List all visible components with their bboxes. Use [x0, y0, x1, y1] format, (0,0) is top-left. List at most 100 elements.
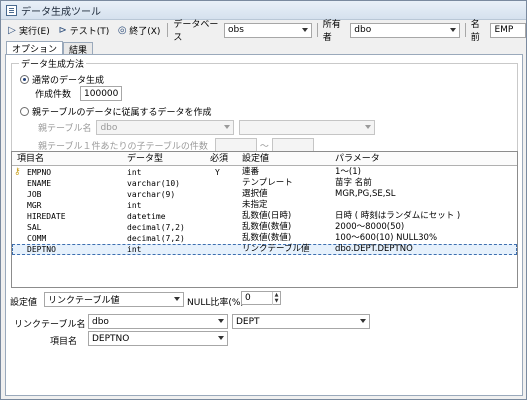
- cell-setting: リンクテーブル値: [242, 244, 310, 254]
- parent-owner-combo[interactable]: dbo: [96, 120, 235, 135]
- cell-type: int: [127, 168, 142, 177]
- parent-table-combo[interactable]: [239, 120, 376, 135]
- exit-label: 終了(X): [129, 26, 161, 37]
- chevron-down-icon: [365, 125, 372, 129]
- null-ratio-label: NULL比率(%): [187, 298, 244, 308]
- name-value: EMP: [494, 25, 514, 35]
- link-item-label: 項目名: [50, 337, 78, 347]
- cell-item: COMM: [27, 234, 47, 243]
- cell-param: 日時 ( 時刻はランダムにセット ): [335, 211, 461, 221]
- setting-label: 設定値: [10, 298, 38, 308]
- count-label: 作成件数: [35, 90, 72, 100]
- table-row[interactable]: COMM decimal(7,2) 乱数値(数値) 100〜600(10) NULL3…: [12, 233, 517, 244]
- count-value: 100000: [84, 88, 119, 99]
- chevron-down-icon: [449, 27, 456, 32]
- header-setting[interactable]: 設定値: [242, 152, 269, 166]
- normal-generation-label: 通常のデータ生成: [32, 76, 105, 86]
- header-item[interactable]: 項目名: [17, 152, 44, 166]
- chevron-down-icon: [301, 27, 308, 32]
- owner-value: dbo: [354, 25, 372, 35]
- chevron-down-icon: [360, 319, 366, 323]
- tab-strip: オプション 結果: [6, 41, 94, 56]
- link-table-label: リンクテーブル名: [14, 320, 86, 330]
- parent-table-label: 親テーブル名: [38, 124, 92, 134]
- cell-item: JOB: [27, 190, 42, 199]
- play-icon: ▷: [8, 24, 16, 36]
- cell-item: MGR: [27, 201, 42, 210]
- link-item-combo[interactable]: DEPTNO: [88, 331, 228, 346]
- header-required[interactable]: 必須: [210, 152, 228, 166]
- toolbar-separator: [316, 23, 318, 37]
- database-value: obs: [228, 25, 244, 35]
- cell-item: DEPTNO: [27, 245, 56, 254]
- cell-required: Y: [215, 168, 220, 177]
- chevron-down-icon: [218, 319, 224, 323]
- cell-type: decimal(7,2): [127, 223, 185, 232]
- setting-combo[interactable]: リンクテーブル値: [44, 292, 184, 307]
- cell-setting: 乱数値(数値): [242, 222, 292, 232]
- link-owner-combo[interactable]: dbo: [88, 314, 228, 329]
- table-row[interactable]: SAL decimal(7,2) 乱数値(数値) 2000〜8000(50): [12, 222, 517, 233]
- exit-icon: ◎: [117, 24, 127, 36]
- chevron-down-icon: [224, 125, 231, 129]
- test-label: テスト(T): [69, 26, 110, 37]
- table-row[interactable]: DEPTNO int リンクテーブル値 dbo.DEPT.DEPTNO: [12, 244, 517, 255]
- window-title: データ生成ツール: [21, 6, 101, 18]
- execute-button[interactable]: ▷ 実行(E): [5, 22, 52, 38]
- null-ratio-value: 0: [245, 293, 251, 303]
- execute-label: 実行(E): [19, 26, 50, 37]
- options-panel: データ生成方法 通常のデータ生成 作成件数 100000 親テーブルのデータに従…: [5, 54, 523, 396]
- cell-type: datetime: [127, 212, 166, 221]
- parent-table-row: 親テーブル名 dbo: [38, 120, 376, 135]
- title-bar: データ生成ツール: [1, 1, 526, 20]
- header-type[interactable]: データ型: [127, 152, 163, 166]
- cell-type: varchar(9): [127, 190, 176, 199]
- step-play-icon: ⊳: [58, 24, 67, 36]
- owner-combo[interactable]: dbo: [350, 22, 460, 38]
- link-table-value: DEPT: [236, 316, 260, 327]
- parent-generation-radio[interactable]: [20, 107, 29, 116]
- exit-button[interactable]: ◎ 終了(X): [115, 22, 162, 38]
- table-row[interactable]: JOB varchar(9) 選択値 MGR,PG,SE,SL: [12, 189, 517, 200]
- null-ratio-spinner[interactable]: 0 ▲ ▼: [241, 291, 281, 305]
- normal-generation-radio[interactable]: [20, 75, 29, 84]
- cell-setting: テンプレート: [242, 178, 293, 188]
- tab-options[interactable]: オプション: [6, 41, 64, 55]
- parent-generation-option[interactable]: 親テーブルのデータに従属するデータを作成: [20, 105, 211, 118]
- grid-header: 項目名 データ型 必須 設定値 パラメータ: [12, 152, 517, 166]
- header-param[interactable]: パラメータ: [335, 152, 380, 166]
- normal-generation-option[interactable]: 通常のデータ生成: [20, 73, 104, 86]
- cell-type: decimal(7,2): [127, 234, 185, 243]
- toolbar-separator: [464, 23, 466, 37]
- cell-setting: 乱数値(数値): [242, 233, 292, 243]
- generation-method-group: データ生成方法 通常のデータ生成 作成件数 100000 親テーブルのデータに従…: [11, 57, 518, 153]
- group-label: データ生成方法: [19, 57, 87, 70]
- link-table-combo[interactable]: DEPT: [232, 314, 370, 329]
- count-row: 作成件数 100000: [35, 86, 123, 101]
- count-input[interactable]: 100000: [80, 86, 123, 101]
- table-row[interactable]: MGR int 未指定: [12, 200, 517, 211]
- cell-type: varchar(10): [127, 179, 180, 188]
- link-item-value: DEPTNO: [92, 333, 130, 344]
- cell-param: dbo.DEPT.DEPTNO: [335, 244, 413, 254]
- spinner-arrows-icon[interactable]: ▲ ▼: [272, 292, 280, 305]
- cell-item: HIREDATE: [27, 212, 66, 221]
- owner-label: 所有者: [322, 20, 341, 43]
- cell-type: int: [127, 201, 142, 210]
- name-label: 名前: [470, 20, 480, 43]
- database-combo[interactable]: obs: [224, 22, 312, 38]
- table-row[interactable]: ENAME varchar(10) テンプレート 苗字 名前: [12, 178, 517, 189]
- parent-owner-value: dbo: [100, 122, 118, 133]
- test-button[interactable]: ⊳ テスト(T): [56, 22, 112, 38]
- cell-param: MGR,PG,SE,SL: [335, 189, 396, 199]
- table-row[interactable]: ⚷ EMPNO int Y 連番 1〜(1): [12, 167, 517, 178]
- column-grid: 項目名 データ型 必須 設定値 パラメータ ⚷ EMPNO int Y 連番 1〜(1) E…: [11, 151, 518, 288]
- link-owner-value: dbo: [92, 316, 109, 327]
- toolbar: ▷ 実行(E) ⊳ テスト(T) ◎ 終了(X) データベース obs 所有者 …: [1, 20, 526, 43]
- name-field[interactable]: EMP: [490, 22, 526, 38]
- cell-setting: 未指定: [242, 200, 268, 210]
- table-row[interactable]: HIREDATE datetime 乱数値(日時) 日時 ( 時刻はランダムにセット …: [12, 211, 517, 222]
- setting-value: リンクテーブル値: [48, 296, 120, 306]
- toolbar-separator: [167, 23, 169, 37]
- chevron-down-icon: [218, 336, 224, 340]
